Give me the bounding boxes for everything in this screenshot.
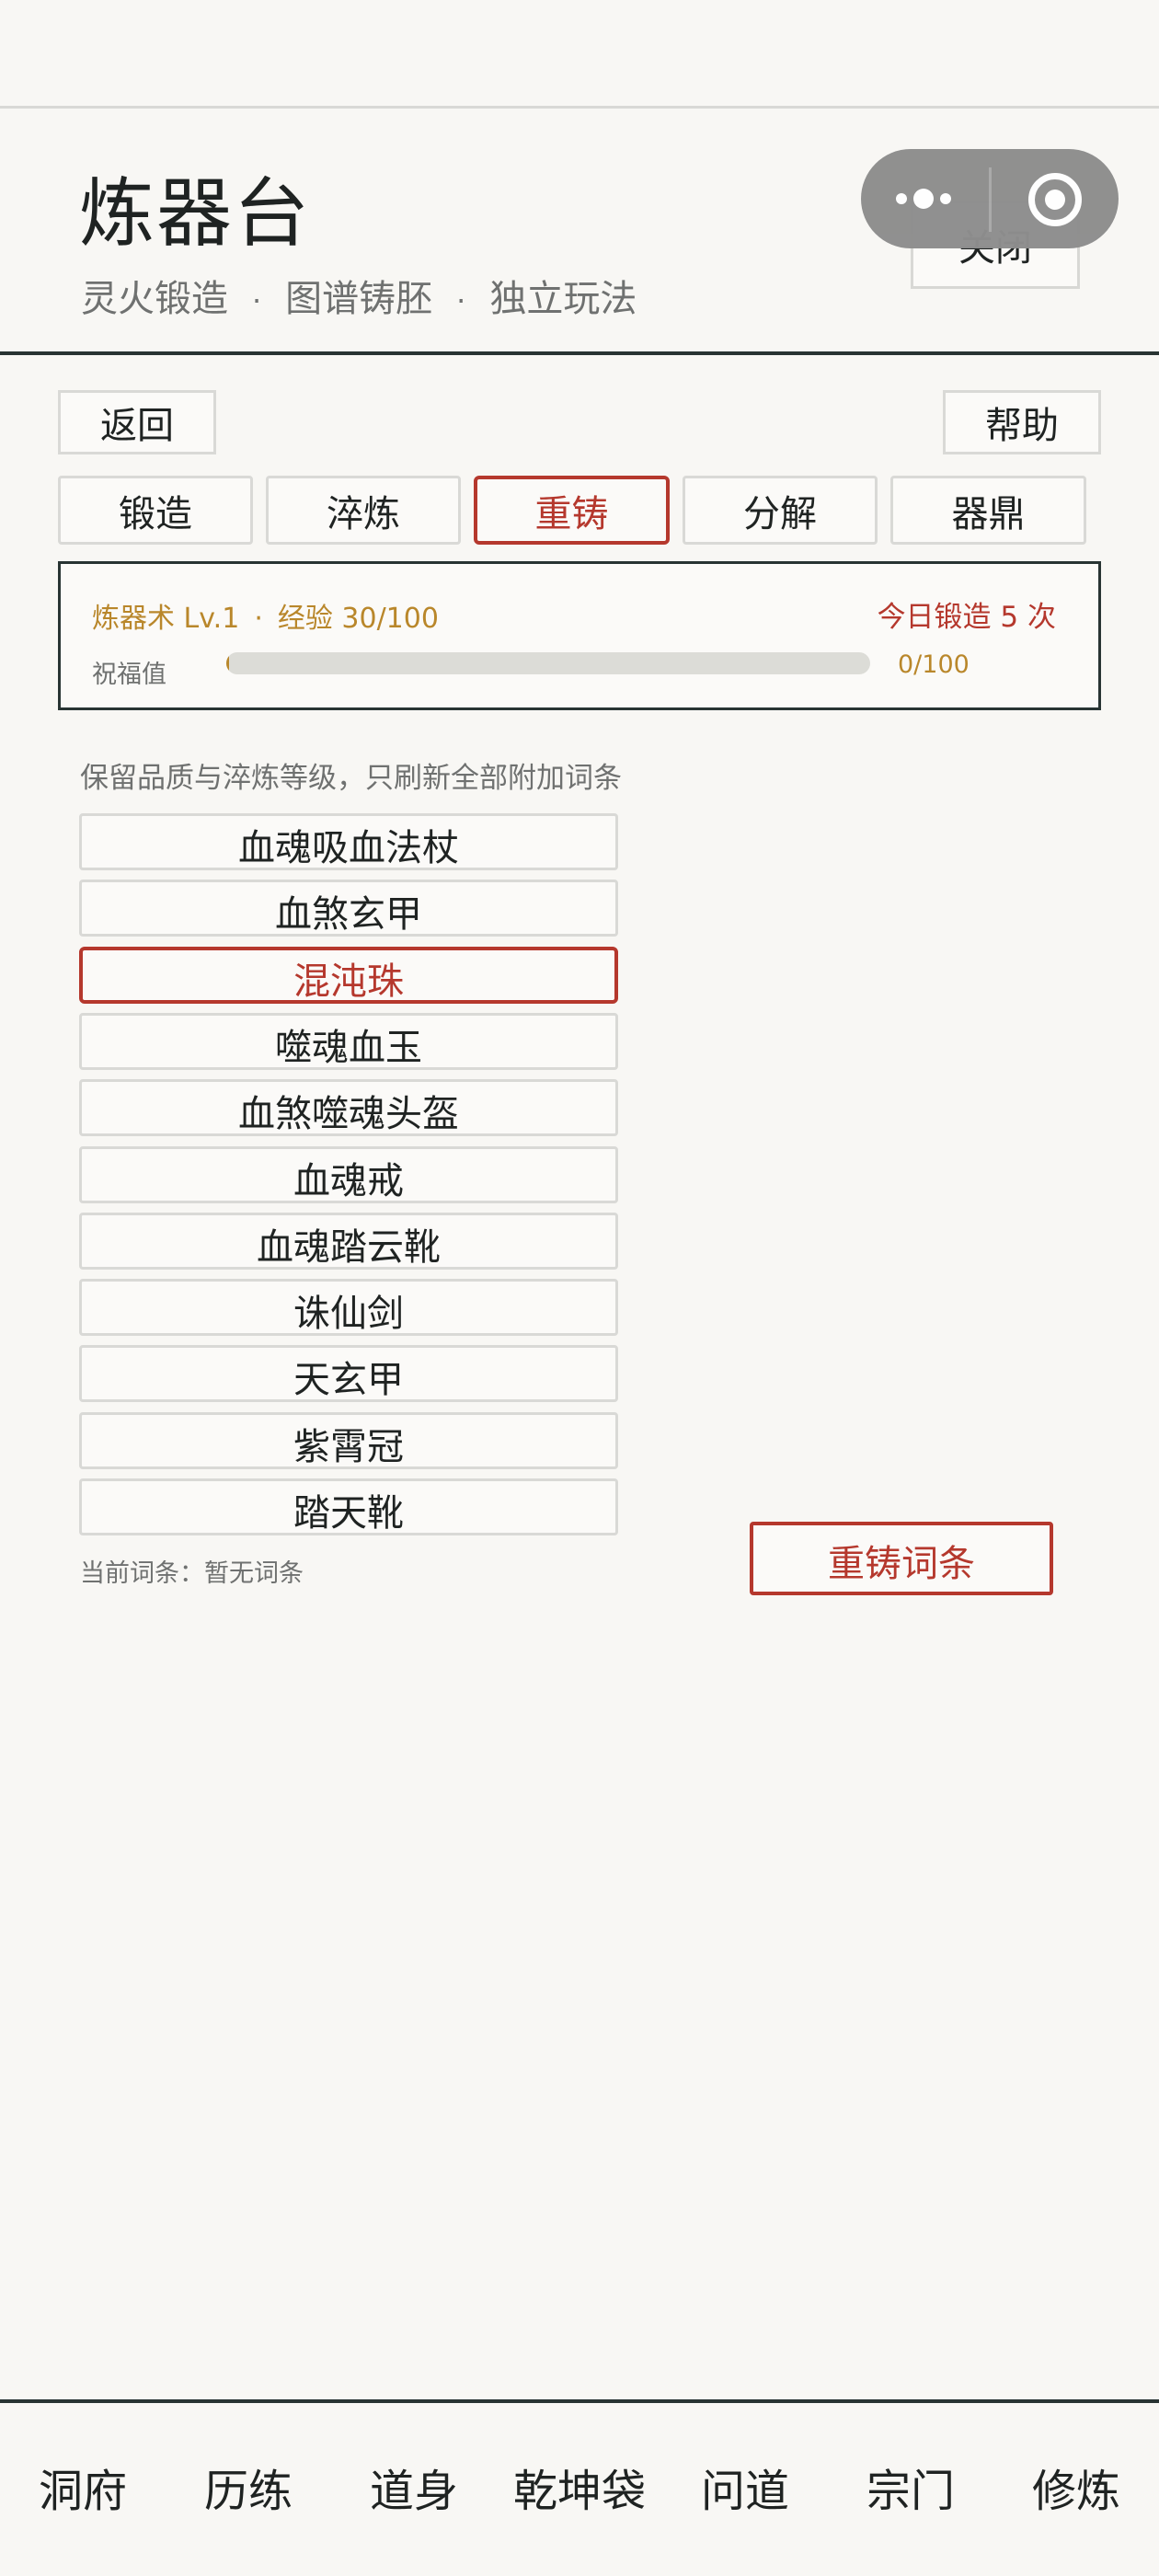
- equipment-item[interactable]: 混沌珠: [79, 946, 618, 1004]
- bottom-nav-item[interactable]: 洞府: [0, 2469, 166, 2513]
- equipment-item[interactable]: 紫霄冠: [79, 1411, 618, 1469]
- subtitle-separator: ·: [456, 283, 466, 318]
- blessing-progress-start: [226, 652, 229, 674]
- forge-status-panel: 炼器术 Lv.1 · 经验 30/100 今日锻造 5 次 祝福值 0/100: [58, 561, 1101, 710]
- bottom-nav-item[interactable]: 道身: [331, 2469, 497, 2513]
- blessing-value: 0/100: [898, 650, 970, 679]
- blessing-progress-bar: [226, 652, 870, 674]
- target-circle-icon[interactable]: [1028, 173, 1082, 226]
- header-divider: [0, 351, 1159, 355]
- tab-cauldron[interactable]: 器鼎: [890, 476, 1086, 545]
- tab-forge[interactable]: 锻造: [58, 476, 253, 545]
- equipment-item[interactable]: 诛仙剑: [79, 1279, 618, 1337]
- tab-dismantle[interactable]: 分解: [683, 476, 878, 545]
- subtitle-part: 灵火锻造: [81, 278, 228, 320]
- equipment-item[interactable]: 血煞噬魂头盔: [79, 1079, 618, 1137]
- equipment-item[interactable]: 噬魂血玉: [79, 1012, 618, 1070]
- equipment-item[interactable]: 天玄甲: [79, 1345, 618, 1403]
- bottom-nav-item[interactable]: 历练: [166, 2469, 331, 2513]
- bottom-navigation: 洞府 历练 道身 乾坤袋 问道 宗门 修炼: [0, 2399, 1159, 2576]
- more-dots-icon[interactable]: [896, 189, 951, 209]
- bottom-nav-item[interactable]: 宗门: [828, 2469, 993, 2513]
- subtitle-part: 独立玩法: [489, 278, 637, 320]
- back-button[interactable]: 返回: [58, 390, 216, 454]
- current-affix: 当前词条：暂无词条: [80, 1559, 304, 1588]
- equipment-item[interactable]: 血魂吸血法杖: [79, 813, 618, 870]
- skill-level: 炼器术 Lv.1: [92, 603, 240, 635]
- equipment-item[interactable]: 血魂踏云靴: [79, 1212, 618, 1270]
- help-button[interactable]: 帮助: [943, 390, 1101, 454]
- capsule-divider: [989, 167, 992, 232]
- recast-affix-button[interactable]: 重铸词条: [750, 1522, 1053, 1595]
- status-bar: [0, 0, 1159, 109]
- experience: 经验 30/100: [277, 603, 439, 635]
- equipment-item[interactable]: 血煞玄甲: [79, 880, 618, 937]
- bottom-nav-item[interactable]: 问道: [662, 2469, 828, 2513]
- mini-program-capsule: [861, 149, 1119, 248]
- page-subtitle: 灵火锻造 · 图谱铸胚 · 独立玩法: [81, 281, 637, 317]
- skill-info: 炼器术 Lv.1 · 经验 30/100: [92, 595, 439, 636]
- recast-hint: 保留品质与淬炼等级，只刷新全部附加词条: [80, 762, 622, 795]
- today-forge-count: 今日锻造 5 次: [877, 601, 1056, 634]
- skill-separator: ·: [254, 603, 263, 635]
- blessing-label: 祝福值: [92, 661, 166, 689]
- tab-quench[interactable]: 淬炼: [266, 476, 461, 545]
- subtitle-separator: ·: [252, 283, 262, 318]
- bottom-nav-item[interactable]: 乾坤袋: [497, 2469, 662, 2513]
- equipment-item[interactable]: 踏天靴: [79, 1478, 618, 1535]
- equipment-item[interactable]: 血魂戒: [79, 1145, 618, 1203]
- page-title: 炼器台: [79, 170, 312, 258]
- tab-recast[interactable]: 重铸: [474, 476, 670, 545]
- bottom-nav-item[interactable]: 修炼: [993, 2469, 1159, 2513]
- subtitle-part: 图谱铸胚: [285, 278, 433, 320]
